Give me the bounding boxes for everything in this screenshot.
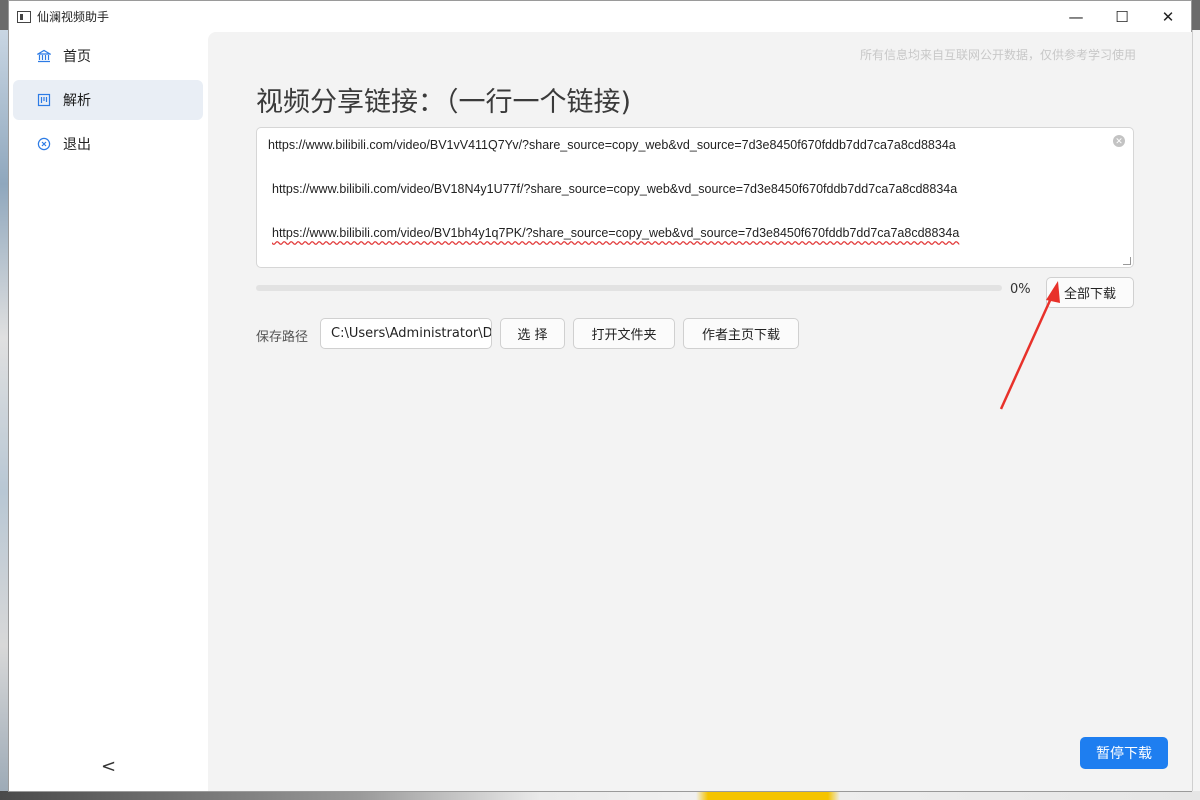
close-circle-icon	[37, 137, 51, 151]
window-controls: — ☐ ✕	[1053, 1, 1191, 32]
sidebar-item-exit[interactable]: 退出	[13, 124, 203, 164]
sidebar-item-parse[interactable]: 解析	[13, 80, 203, 120]
window-title: 仙澜视频助手	[37, 10, 110, 24]
kanban-icon	[37, 93, 51, 107]
link-line: https://www.bilibili.com/video/BV1vV411Q…	[268, 138, 956, 152]
link-line: https://www.bilibili.com/video/BV18N4y1U…	[272, 182, 958, 196]
disclaimer-text: 所有信息均来自互联网公开数据，仅供参考学习使用	[859, 48, 1136, 62]
sidebar-item-label: 首页	[63, 49, 91, 65]
author-homepage-download-button[interactable]: 作者主页下载	[683, 318, 799, 349]
app-window: 仙澜视频助手 — ☐ ✕ 首页 解析 退出 < 所有信息均来自互联网公开数据，仅…	[8, 0, 1192, 792]
maximize-button[interactable]: ☐	[1099, 1, 1145, 32]
links-textarea[interactable]: https://www.bilibili.com/video/BV1vV411Q…	[256, 127, 1134, 268]
save-path-label: 保存路径	[256, 330, 309, 345]
sidebar-item-label: 退出	[63, 137, 91, 153]
collapse-sidebar-button[interactable]: <	[101, 756, 116, 777]
pause-download-button[interactable]: 暂停下载	[1080, 737, 1168, 769]
desktop-background-right	[1192, 30, 1200, 800]
link-line: https://www.bilibili.com/video/BV1bh4y1q…	[272, 226, 960, 240]
clear-icon[interactable]: ✕	[1113, 135, 1125, 147]
app-icon	[17, 10, 31, 23]
download-all-button[interactable]: 全部下载	[1046, 277, 1134, 308]
save-path-input[interactable]: C:\Users\Administrator\Desktop	[320, 318, 492, 349]
close-button[interactable]: ✕	[1145, 1, 1191, 32]
bank-icon	[37, 49, 51, 63]
choose-path-button[interactable]: 选 择	[500, 318, 565, 349]
sidebar-item-label: 解析	[63, 93, 91, 109]
sidebar-item-home[interactable]: 首页	[13, 36, 203, 76]
page-title: 视频分享链接：（一行一个链接)	[256, 87, 632, 118]
open-folder-button[interactable]: 打开文件夹	[573, 318, 675, 349]
progress-percent: 0%	[1010, 282, 1031, 297]
minimize-button[interactable]: —	[1053, 1, 1099, 32]
desktop-taskbar-strip	[0, 791, 1200, 800]
main-content: 所有信息均来自互联网公开数据，仅供参考学习使用 视频分享链接：（一行一个链接) …	[208, 32, 1192, 791]
title-bar[interactable]: 仙澜视频助手 — ☐ ✕	[9, 1, 1191, 32]
sidebar: 首页 解析 退出 <	[9, 32, 208, 791]
progress-bar	[256, 285, 1002, 291]
resize-grip-icon[interactable]	[1123, 257, 1131, 265]
